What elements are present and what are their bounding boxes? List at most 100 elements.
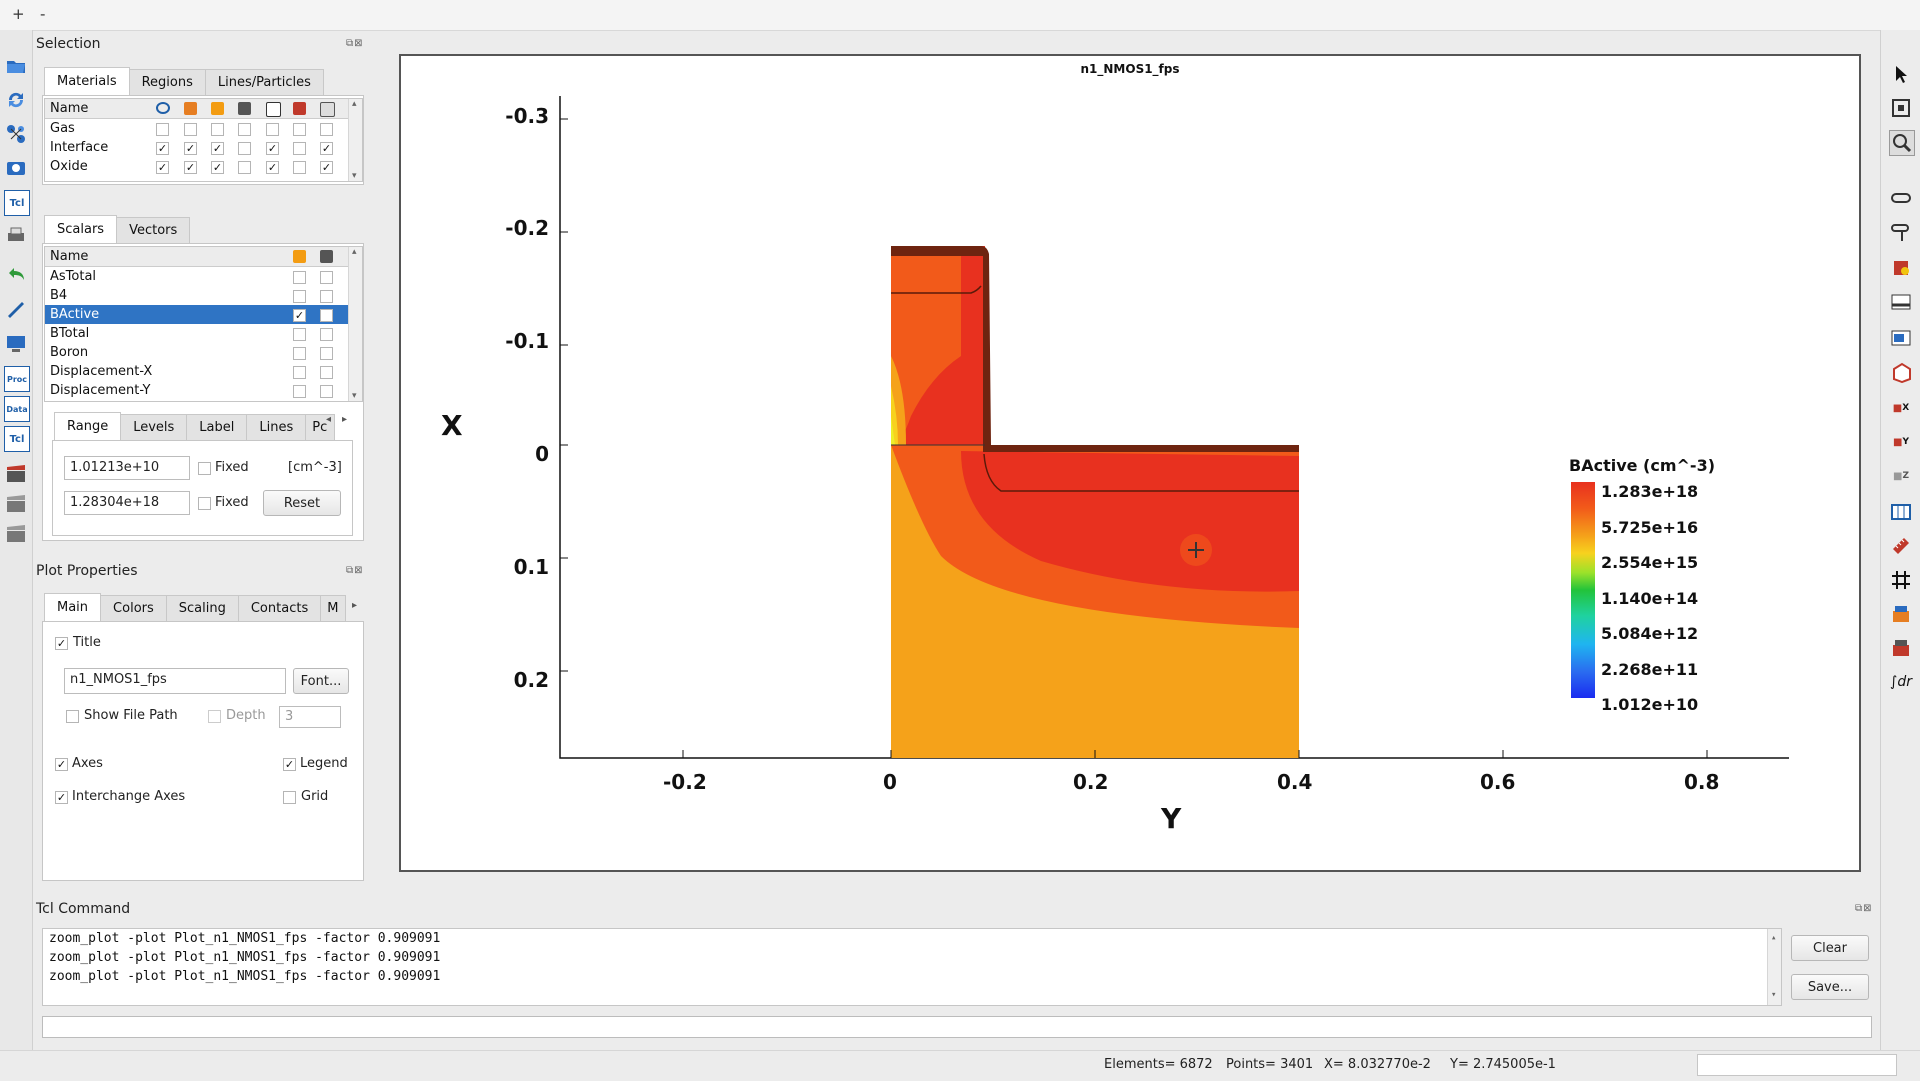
material-checkbox[interactable] <box>293 123 306 136</box>
scalar-checkbox[interactable] <box>293 347 306 360</box>
material-row[interactable]: Interface ✓ ✓ ✓ ✓ ✓ <box>45 138 362 157</box>
range-max-input[interactable]: 1.28304e+18 <box>64 491 190 515</box>
tcl-script-icon[interactable]: Tcl <box>4 190 30 216</box>
material-checkbox[interactable] <box>320 123 333 136</box>
scalar-checkbox[interactable] <box>320 347 333 360</box>
scalar-checkbox[interactable] <box>320 328 333 341</box>
show-file-path-checkbox[interactable] <box>66 710 79 723</box>
plot-title-input[interactable]: n1_NMOS1_fps <box>64 668 286 694</box>
tab-label[interactable]: Label <box>186 414 248 440</box>
material-checkbox[interactable] <box>293 142 306 155</box>
grid-checkbox[interactable] <box>283 791 296 804</box>
grid-icon[interactable] <box>1889 568 1913 592</box>
material-checkbox[interactable]: ✓ <box>184 161 197 174</box>
data-table-icon[interactable] <box>1889 500 1913 524</box>
link-icon[interactable] <box>1889 186 1913 210</box>
fill-2-icon[interactable] <box>211 102 224 115</box>
ruler-icon[interactable] <box>1889 534 1913 558</box>
probe-2-icon[interactable] <box>1889 254 1913 278</box>
plot-area[interactable]: n1_NMOS1_fps -0.2 0 0.2 0.4 0.6 0.8 Y -0… <box>399 54 1861 872</box>
scalar-checkbox[interactable] <box>293 271 306 284</box>
fit-icon[interactable] <box>1889 96 1913 120</box>
material-checkbox[interactable] <box>238 123 251 136</box>
undo-icon[interactable] <box>4 262 28 286</box>
title-checkbox[interactable]: ✓ <box>55 637 68 650</box>
tab-main[interactable]: Main <box>44 593 102 621</box>
tcl-output[interactable]: zoom_plot -plot Plot_n1_NMOS1_fps -facto… <box>42 928 1782 1006</box>
tcl-icon[interactable]: Tcl <box>4 426 30 452</box>
scalar-checkbox[interactable] <box>293 366 306 379</box>
border-icon[interactable] <box>266 102 281 117</box>
tab-scaling[interactable]: Scaling <box>165 595 239 621</box>
material-checkbox[interactable] <box>184 123 197 136</box>
tcl-scrollbar[interactable] <box>1767 929 1781 1005</box>
scalar-checkbox[interactable] <box>320 385 333 398</box>
molecule-icon[interactable] <box>4 122 28 146</box>
scalar-checkbox[interactable] <box>320 271 333 284</box>
material-checkbox[interactable] <box>238 142 251 155</box>
clapper-2-icon[interactable] <box>4 492 28 516</box>
depth-checkbox[interactable] <box>208 710 221 723</box>
depth-spinbox[interactable]: 3 <box>279 706 341 728</box>
scalar-checkbox[interactable] <box>320 309 333 322</box>
cutplane-icon[interactable] <box>1889 326 1913 350</box>
material-checkbox[interactable]: ✓ <box>320 161 333 174</box>
fill-icon[interactable] <box>184 102 197 115</box>
proc-icon[interactable]: Proc <box>4 366 30 392</box>
tab-lines[interactable]: Lines <box>246 414 307 440</box>
tab-lines-particles[interactable]: Lines/Particles <box>204 69 324 95</box>
scalar-row[interactable]: AsTotal <box>45 267 362 286</box>
pen-icon[interactable] <box>4 296 28 320</box>
menu-item-plus[interactable]: + <box>12 5 25 23</box>
material-checkbox[interactable] <box>156 123 169 136</box>
probe-icon[interactable] <box>1889 220 1913 244</box>
print-icon[interactable] <box>4 224 28 248</box>
tab-contacts[interactable]: Contacts <box>237 595 322 621</box>
material-row[interactable]: Gas <box>45 119 362 138</box>
material-row[interactable]: Oxide ✓ ✓ ✓ ✓ ✓ <box>45 157 362 176</box>
scalar-checkbox[interactable] <box>320 290 333 303</box>
material-checkbox[interactable]: ✓ <box>266 161 279 174</box>
scalars-scrollbar[interactable] <box>348 247 362 401</box>
camera-icon[interactable] <box>4 156 28 180</box>
monitor-icon[interactable] <box>4 332 28 356</box>
visibility-icon[interactable] <box>156 102 170 114</box>
scalar-row[interactable]: Boron <box>45 343 362 362</box>
tab-scroll-left-icon[interactable]: ◂ <box>326 414 331 425</box>
scalar-checkbox[interactable] <box>293 328 306 341</box>
material-checkbox[interactable] <box>293 161 306 174</box>
scalar-checkbox[interactable] <box>320 366 333 379</box>
font-button[interactable]: Font... <box>293 668 349 694</box>
tcl-dock-buttons[interactable]: ⧉⊠ <box>1855 903 1873 914</box>
zoom-icon[interactable] <box>1889 130 1915 156</box>
tcl-command-input[interactable] <box>42 1016 1872 1038</box>
clapper-icon[interactable] <box>4 462 28 486</box>
material-checkbox[interactable] <box>266 123 279 136</box>
integrate-icon[interactable]: ∫dr <box>1889 670 1913 694</box>
open-folder-icon[interactable] <box>4 54 28 78</box>
layers-2-icon[interactable] <box>1889 636 1913 660</box>
selection-dock-buttons[interactable]: ⧉⊠ <box>346 38 364 49</box>
range-min-input[interactable]: 1.01213e+10 <box>64 456 190 480</box>
material-checkbox[interactable]: ✓ <box>266 142 279 155</box>
material-checkbox[interactable]: ✓ <box>211 161 224 174</box>
plot-properties-dock-buttons[interactable]: ⧉⊠ <box>346 565 364 576</box>
scalar-mesh-icon[interactable] <box>320 250 333 263</box>
material-checkbox[interactable]: ✓ <box>156 142 169 155</box>
tab-range[interactable]: Range <box>54 412 122 440</box>
tab-regions[interactable]: Regions <box>128 69 206 95</box>
tab-more[interactable]: M <box>320 595 347 621</box>
scalar-row[interactable]: Displacement-X <box>45 362 362 381</box>
save-button[interactable]: Save... <box>1791 974 1869 1000</box>
tab-materials[interactable]: Materials <box>44 67 130 95</box>
plot-tab-scroll-icon[interactable]: ▸ <box>352 600 357 611</box>
scalar-fill-icon[interactable] <box>293 250 306 263</box>
interchange-axes-checkbox[interactable]: ✓ <box>55 791 68 804</box>
scalar-row[interactable]: Displacement-Y <box>45 381 362 400</box>
material-checkbox[interactable]: ✓ <box>320 142 333 155</box>
data-icon[interactable]: Data <box>4 396 30 422</box>
legend-checkbox[interactable]: ✓ <box>283 758 296 771</box>
scalar-row[interactable]: BActive ✓ <box>45 305 362 324</box>
reload-icon[interactable] <box>4 88 28 112</box>
cut-icon[interactable] <box>1889 360 1913 384</box>
